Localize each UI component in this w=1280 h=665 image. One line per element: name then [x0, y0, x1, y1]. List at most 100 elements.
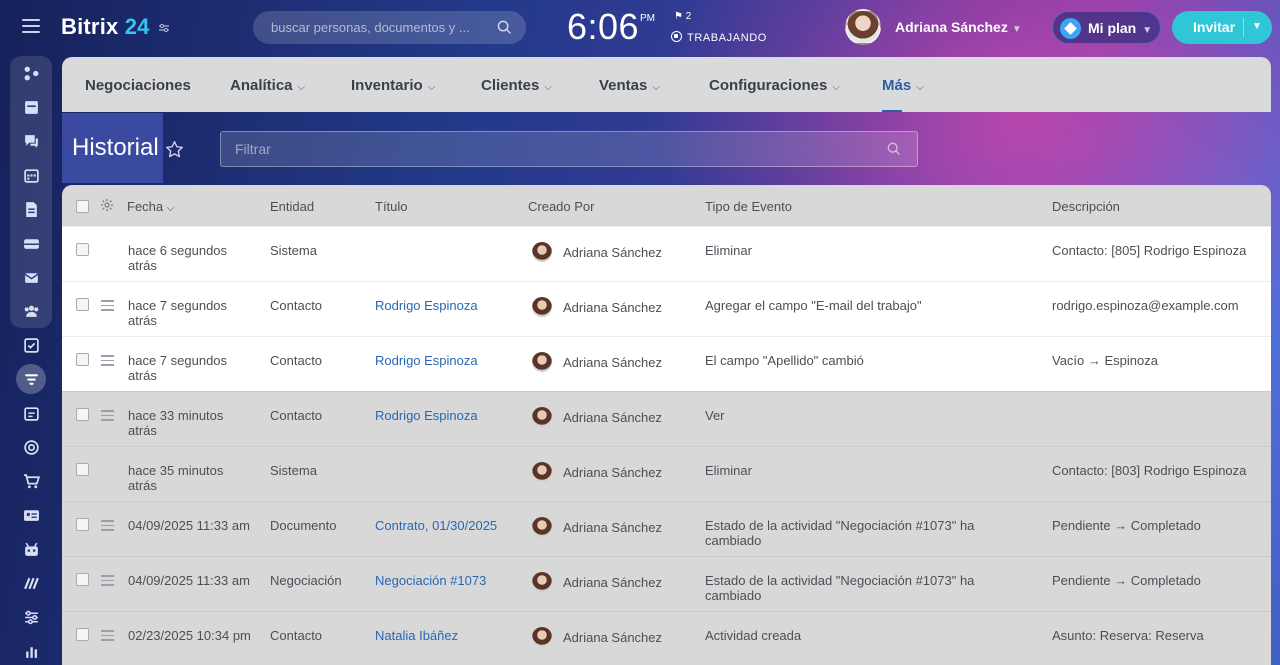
rail-item-drive[interactable] [10, 226, 52, 260]
tab-label: Configuraciones [709, 77, 828, 94]
drag-handle-icon[interactable] [101, 410, 114, 421]
plan-button[interactable]: Mi plan ▼ [1052, 11, 1161, 44]
cell-titulo-link[interactable]: Rodrigo Espinoza [375, 353, 510, 368]
cell-titulo-link[interactable]: Rodrigo Espinoza [375, 408, 510, 423]
tasks-icon [24, 100, 38, 114]
cell-titulo-link[interactable]: Rodrigo Espinoza [375, 298, 510, 313]
tab-analitica[interactable]: Analítica ⌵ [230, 77, 305, 94]
table-row[interactable]: hace 7 segundos atrás Contacto Rodrigo Esp… [62, 281, 1271, 336]
rail-item-goals[interactable] [10, 430, 52, 464]
work-status-label: TRABAJANDO [687, 32, 767, 44]
row-checkbox[interactable] [76, 628, 89, 641]
cell-creado-por[interactable]: Adriana Sánchez [563, 630, 693, 645]
row-checkbox[interactable] [76, 408, 89, 421]
menu-icon[interactable] [22, 19, 40, 33]
cell-creado-por[interactable]: Adriana Sánchez [563, 520, 693, 535]
avatar[interactable] [532, 517, 552, 537]
table-row[interactable]: hace 33 minutos atrás Contacto Rodrigo Esp… [62, 391, 1271, 446]
rail-item-tasks[interactable] [10, 90, 52, 124]
table-row[interactable]: hace 7 segundos atrás Contacto Rodrigo Esp… [62, 336, 1271, 391]
cell-titulo-link[interactable]: Negociación #1073 [375, 573, 510, 588]
column-entidad[interactable]: Entidad [270, 199, 314, 214]
rail-item-chat[interactable] [10, 124, 52, 158]
filter-input[interactable] [221, 132, 871, 166]
rail-item-feed[interactable] [10, 56, 52, 90]
tab-negociaciones[interactable]: Negociaciones [85, 77, 191, 94]
tab-configuraciones[interactable]: Configuraciones ⌵ [709, 77, 840, 94]
column-tipo-evento[interactable]: Tipo de Evento [705, 199, 792, 214]
avatar[interactable] [532, 297, 552, 317]
avatar[interactable] [532, 352, 552, 372]
tab-ventas[interactable]: Ventas ⌵ [599, 77, 660, 94]
rail-item-docs[interactable] [10, 192, 52, 226]
gear-icon[interactable] [100, 198, 114, 212]
row-checkbox[interactable] [76, 573, 89, 586]
rail-item-marketplace[interactable] [10, 566, 52, 600]
user-avatar[interactable] [845, 9, 881, 45]
rail-item-bots[interactable] [10, 532, 52, 566]
tab-mas[interactable]: Más ⌵ [882, 77, 924, 112]
cell-titulo-link[interactable]: Contrato, 01/30/2025 [375, 518, 510, 533]
table-row[interactable]: 04/09/2025 11:33 am Documento Contrato, 01… [62, 501, 1271, 556]
avatar[interactable] [532, 627, 552, 647]
column-fecha[interactable]: Fecha ⌵ [127, 199, 174, 214]
rail-item-checklist[interactable] [10, 328, 52, 362]
search-icon[interactable] [887, 142, 901, 156]
rail-item-contacts[interactable] [10, 498, 52, 532]
column-label: Fecha [127, 199, 164, 214]
table-row[interactable]: 04/09/2025 11:33 am Negociación Negociació… [62, 556, 1271, 611]
logo[interactable]: Bitrix 24 [61, 14, 150, 40]
column-descripcion[interactable]: Descripción [1052, 199, 1120, 214]
select-all-checkbox[interactable] [76, 200, 89, 213]
rail-item-calendar[interactable] [10, 158, 52, 192]
drive-icon [23, 238, 39, 249]
drag-handle-icon[interactable] [101, 575, 114, 586]
drag-handle-icon[interactable] [101, 630, 114, 641]
tab-clientes[interactable]: Clientes ⌵ [481, 77, 552, 94]
invite-button[interactable]: Invitar ▼ [1172, 11, 1272, 44]
logo-settings-icon[interactable] [158, 22, 170, 36]
flag-counter[interactable]: ⚑ 2 [674, 11, 691, 22]
work-status[interactable]: TRABAJANDO [671, 31, 767, 44]
row-checkbox[interactable] [76, 463, 89, 476]
avatar[interactable] [532, 407, 552, 427]
rail-item-crm[interactable] [10, 362, 52, 396]
column-creado-por[interactable]: Creado Por [528, 199, 594, 214]
avatar[interactable] [532, 572, 552, 592]
chevron-down-icon[interactable]: ▼ [1252, 21, 1262, 32]
rail-item-sites[interactable] [10, 396, 52, 430]
table-row[interactable]: hace 35 minutos atrás Sistema Adriana Sánc… [62, 446, 1271, 501]
row-checkbox[interactable] [76, 353, 89, 366]
cell-titulo-link[interactable]: Natalia Ibáñez [375, 628, 510, 643]
avatar[interactable] [532, 462, 552, 482]
cell-creado-por[interactable]: Adriana Sánchez [563, 300, 693, 315]
drag-handle-icon[interactable] [101, 520, 114, 531]
row-checkbox[interactable] [76, 518, 89, 531]
tab-inventario[interactable]: Inventario ⌵ [351, 77, 435, 94]
cell-creado-por[interactable]: Adriana Sánchez [563, 410, 693, 425]
cell-creado-por[interactable]: Adriana Sánchez [563, 355, 693, 370]
rail-item-settings[interactable] [10, 600, 52, 634]
row-checkbox[interactable] [76, 298, 89, 311]
clock-time[interactable]: 6:06 [567, 6, 639, 48]
row-checkbox[interactable] [76, 243, 89, 256]
rail-item-mail[interactable] [10, 260, 52, 294]
cell-creado-por[interactable]: Adriana Sánchez [563, 465, 693, 480]
table-row[interactable]: hace 6 segundos atrás Sistema Adriana Sánc… [62, 226, 1271, 281]
table-row[interactable]: 02/23/2025 10:34 pm Contacto Natalia Ibáñe… [62, 611, 1271, 665]
cell-creado-por[interactable]: Adriana Sánchez [563, 245, 693, 260]
cell-creado-por[interactable]: Adriana Sánchez [563, 575, 693, 590]
user-menu[interactable]: Adriana Sánchez ▼ [895, 19, 1022, 35]
star-icon[interactable] [165, 140, 184, 159]
drag-handle-icon[interactable] [101, 355, 114, 366]
history-grid: Fecha ⌵ Entidad Título Creado Por Tipo d… [62, 185, 1271, 665]
global-search-input[interactable] [253, 11, 493, 44]
rail-item-shop[interactable] [10, 464, 52, 498]
rail-item-groups[interactable] [10, 294, 52, 328]
search-icon[interactable] [497, 20, 512, 35]
tab-label: Analítica [230, 77, 293, 94]
drag-handle-icon[interactable] [101, 300, 114, 311]
column-titulo[interactable]: Título [375, 199, 408, 214]
rail-item-analytics[interactable] [10, 634, 52, 665]
avatar[interactable] [532, 242, 552, 262]
